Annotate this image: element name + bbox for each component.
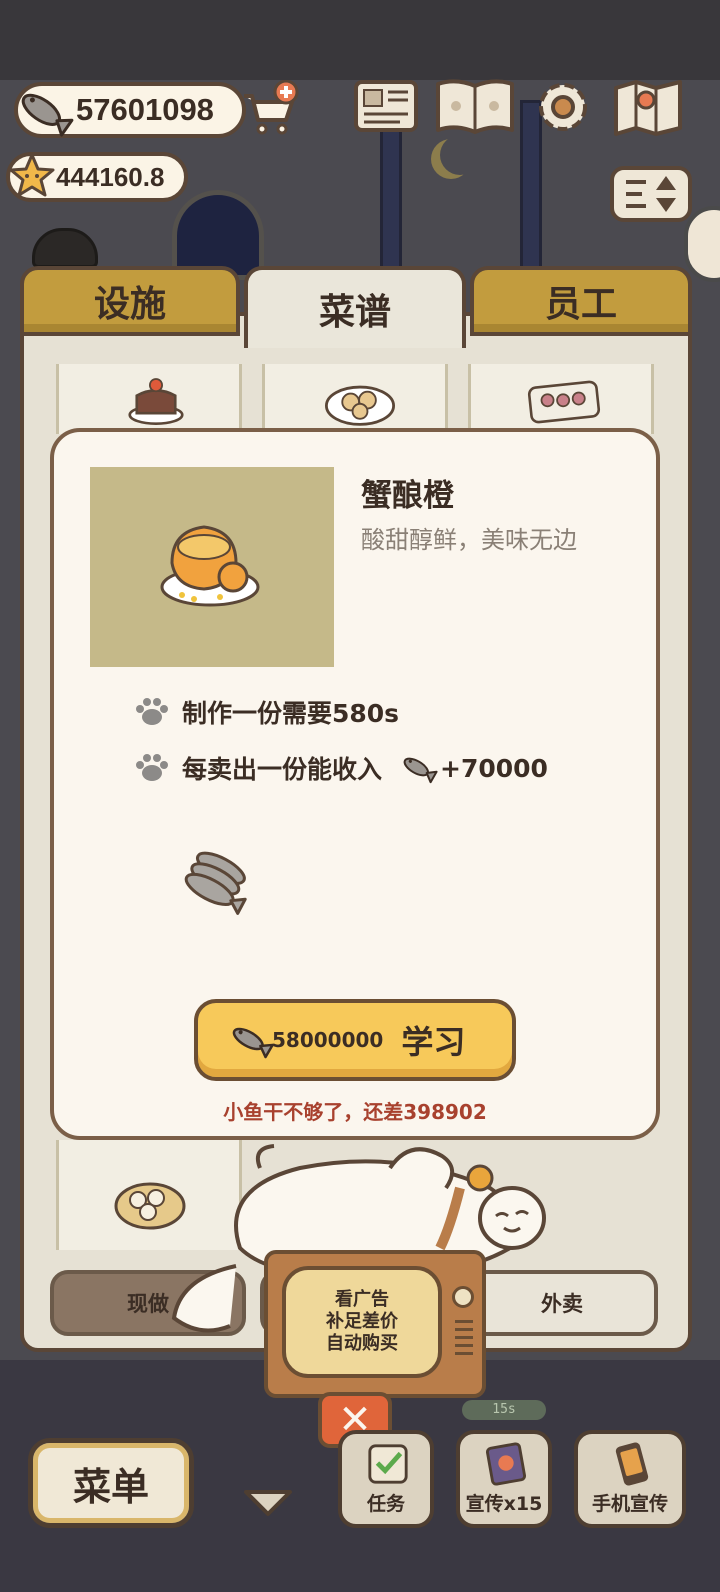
income-text: 每卖出一份能收入 (182, 755, 383, 784)
chevron-down-icon[interactable] (240, 1486, 296, 1520)
fish-currency-value: 57601098 (76, 92, 214, 127)
make-time-text: 制作一份需要580s (182, 699, 400, 728)
pudding-dish-icon (128, 378, 184, 425)
task-label: 任务 (366, 1493, 405, 1515)
fish-stack-icon (184, 851, 247, 915)
phone-icon (615, 1442, 649, 1486)
paw-icon (136, 754, 168, 781)
sort-toggle-icon[interactable] (610, 166, 692, 222)
shop-cart-plus-icon[interactable] (240, 80, 300, 138)
tv-speaker-grill (455, 1320, 473, 1358)
phone-promote-label: 手机宣传 (591, 1493, 668, 1515)
dried-fish-icon (232, 1027, 274, 1059)
menu-button[interactable]: 菜单 (28, 1438, 194, 1528)
recipe-card[interactable] (262, 364, 448, 434)
shrimp-tray-icon (527, 380, 601, 424)
checklist-icon (368, 1444, 408, 1484)
tab-label: 菜谱 (318, 292, 391, 333)
promo-timer: 15s (462, 1400, 546, 1420)
ad-line: 自动购买 (326, 1333, 398, 1354)
promote-button[interactable]: 宣传x15 (456, 1430, 552, 1528)
ad-line: 补足差价 (326, 1311, 398, 1332)
crab-stuffed-orange-icon (160, 525, 260, 607)
task-button[interactable]: 任务 (338, 1430, 434, 1528)
promote-label: 宣传x15 (465, 1493, 543, 1515)
dish-name: 蟹酿橙 (361, 478, 454, 514)
dried-fish-icon (403, 757, 438, 784)
make-time-row: 制作一份需要580s (130, 694, 399, 730)
watch-ad-button[interactable]: 看广告 补足差价 自动购买 (282, 1266, 442, 1378)
tab-recipes[interactable]: 菜谱 (244, 266, 466, 348)
dish-description: 酸甜醇鲜，美味无边 (361, 526, 577, 554)
news-icon[interactable] (350, 76, 426, 138)
ad-line: 看广告 (335, 1289, 389, 1310)
star-icon (9, 153, 55, 197)
learn-label: 学习 (401, 1023, 466, 1061)
income-value: +70000 (440, 753, 548, 783)
settings-gear-icon[interactable] (530, 76, 596, 138)
tab-staff[interactable]: 员工 (470, 266, 692, 336)
recipe-card[interactable] (56, 364, 242, 434)
tv-knob (452, 1286, 474, 1308)
map-icon[interactable] (610, 76, 690, 138)
dried-fish-icon (21, 93, 74, 137)
income-row: 每卖出一份能收入 +70000 (130, 750, 548, 786)
cat-book-icon[interactable] (432, 76, 518, 138)
phone-promote-button[interactable]: 手机宣传 (574, 1430, 686, 1528)
paw-icon (136, 698, 168, 725)
recipe-card[interactable] (468, 364, 654, 434)
moon-decoration (440, 135, 480, 175)
dish-image-frame (90, 467, 334, 667)
tab-facilities[interactable]: 设施 (20, 266, 240, 336)
insufficient-fish-warning: 小鱼干不够了，还差398902 (223, 1100, 487, 1124)
learn-price: 58000000 (272, 1028, 384, 1052)
tab-label: 设施 (93, 284, 166, 325)
learn-recipe-button[interactable]: 58000000 学习 (194, 999, 516, 1081)
flyer-icon (486, 1442, 526, 1486)
dumpling-plate-icon (325, 385, 395, 426)
tab-label: 员工 (544, 284, 617, 325)
star-currency-value: 444160.8 (56, 161, 165, 192)
menu-label: 菜单 (72, 1464, 149, 1509)
